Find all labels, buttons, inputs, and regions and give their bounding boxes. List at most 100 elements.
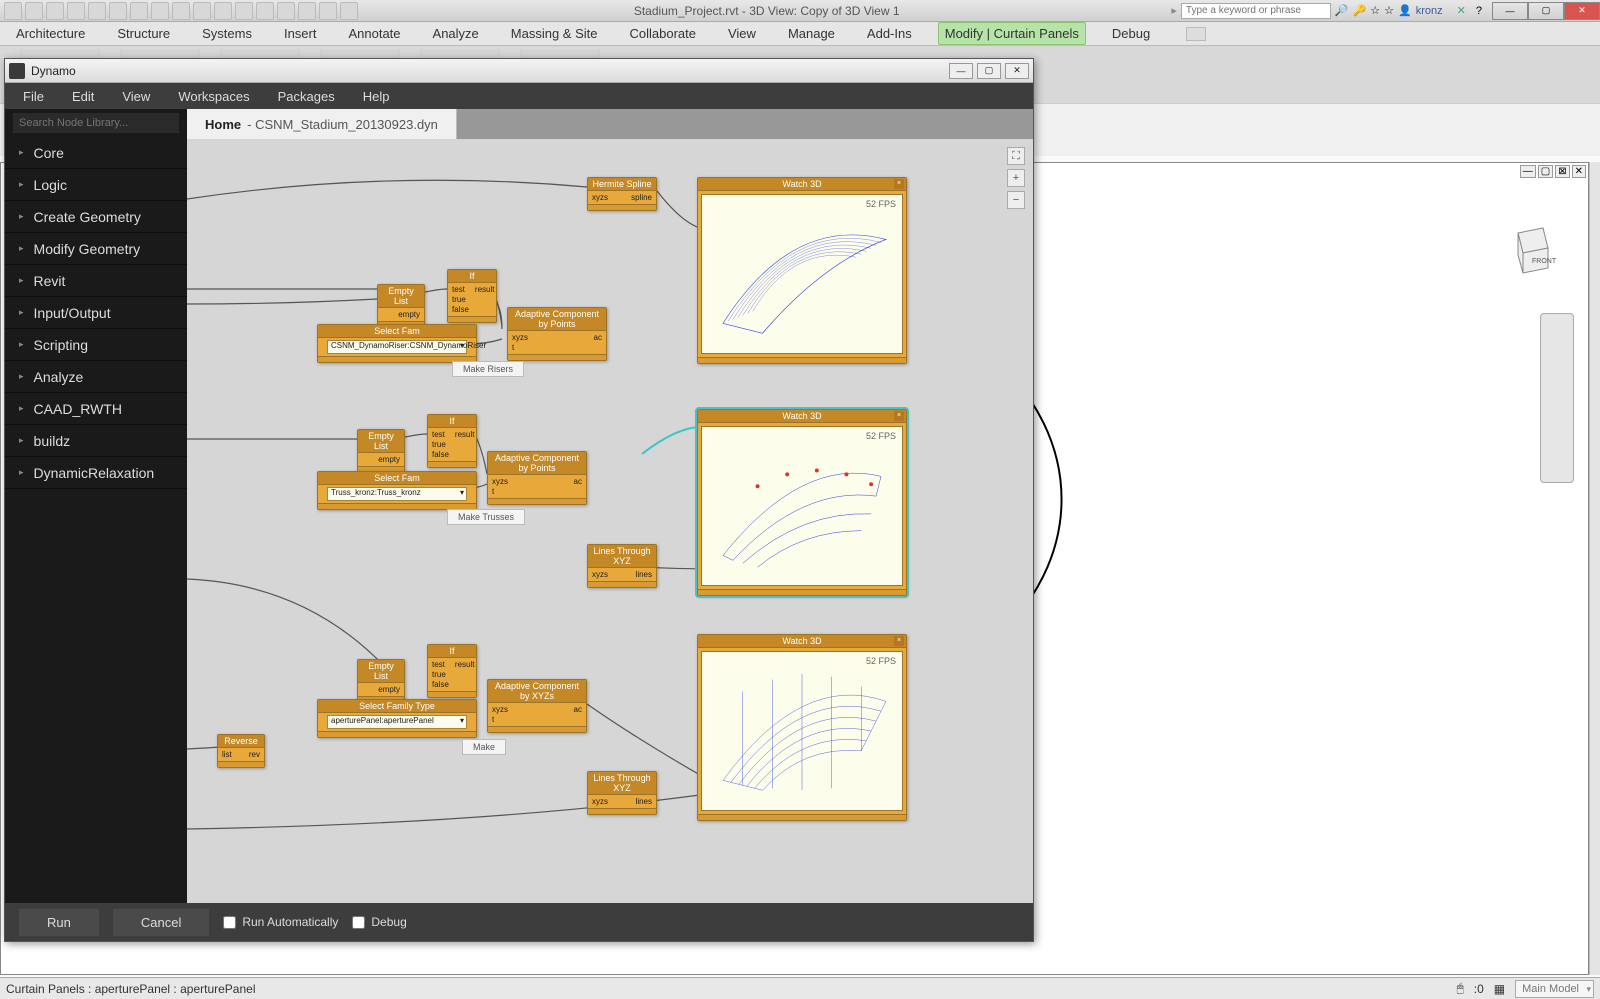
workset-combo[interactable]: Main Model <box>1515 980 1594 998</box>
tab-view[interactable]: View <box>722 23 762 44</box>
vcb-icon[interactable]: — <box>1520 165 1536 178</box>
node-lines-xyz-2[interactable]: Lines Through XYZ xyzslines <box>587 771 657 815</box>
dynamo-titlebar[interactable]: Dynamo — ▢ ✕ <box>5 59 1033 83</box>
family-dropdown[interactable]: Truss_kronz:Truss_kronz <box>327 487 467 501</box>
help-search-input[interactable] <box>1181 3 1331 19</box>
thinlines-icon[interactable] <box>277 2 295 20</box>
node-if-2[interactable]: If testtruefalseresult <box>427 414 477 468</box>
app-menu-icon[interactable] <box>4 2 22 20</box>
close-icon[interactable]: × <box>894 411 904 421</box>
node-adaptive-2[interactable]: Adaptive Component by Points xyzstac <box>487 451 587 505</box>
cancel-button[interactable]: Cancel <box>113 909 209 936</box>
dynamo-maximize-button[interactable]: ▢ <box>977 63 1001 79</box>
save-icon[interactable] <box>46 2 64 20</box>
exchange-icon[interactable]: ✕ <box>1457 4 1466 17</box>
fit-view-icon[interactable]: ⛶ <box>1007 147 1025 165</box>
tag-icon[interactable] <box>193 2 211 20</box>
zoom-out-icon[interactable]: − <box>1007 191 1025 209</box>
node-selectfam-1[interactable]: Select Fam CSNM_DynamoRiser:CSNM_DynamoR… <box>317 324 477 363</box>
category-create-geometry[interactable]: Create Geometry <box>5 201 187 233</box>
vcb-icon[interactable]: ✕ <box>1572 165 1586 178</box>
node-selectfamtype[interactable]: Select Family Type aperturePanel:apertur… <box>317 699 477 738</box>
user-name[interactable]: kronz <box>1416 5 1443 17</box>
node-emptylist-1[interactable]: Empty List empty <box>377 284 425 328</box>
minimize-button[interactable]: — <box>1492 2 1528 20</box>
menu-file[interactable]: File <box>23 89 44 104</box>
node-reverse[interactable]: Reverse listrev <box>217 734 265 768</box>
sync-icon[interactable] <box>67 2 85 20</box>
maximize-button[interactable]: ▢ <box>1528 2 1564 20</box>
vcb-icon[interactable]: ⊠ <box>1555 165 1569 178</box>
navigation-bar[interactable] <box>1540 313 1574 483</box>
tab-massing[interactable]: Massing & Site <box>505 23 604 44</box>
help-icon[interactable]: ? <box>1476 5 1482 17</box>
dynamo-close-button[interactable]: ✕ <box>1005 63 1029 79</box>
vcb-icon[interactable]: ▢ <box>1538 165 1553 178</box>
make-trusses-button[interactable]: Make Trusses <box>447 509 525 525</box>
node-watch3d-1[interactable]: Watch 3D× 52 FPS <box>697 177 907 364</box>
close-icon[interactable]: × <box>894 636 904 646</box>
measure-icon[interactable] <box>151 2 169 20</box>
viewport-scrollbar[interactable] <box>1589 162 1600 975</box>
menu-workspaces[interactable]: Workspaces <box>178 89 249 104</box>
redo-icon[interactable] <box>109 2 127 20</box>
menu-edit[interactable]: Edit <box>72 89 94 104</box>
viewcube[interactable]: FRONT <box>1498 223 1558 283</box>
print-icon[interactable] <box>130 2 148 20</box>
category-scripting[interactable]: Scripting <box>5 329 187 361</box>
category-modify-geometry[interactable]: Modify Geometry <box>5 233 187 265</box>
workspace-tab-home[interactable]: Home - CSNM_Stadium_20130923.dyn <box>187 109 457 139</box>
node-if-1[interactable]: If testtruefalseresult <box>447 269 497 323</box>
menu-help[interactable]: Help <box>363 89 390 104</box>
open-icon[interactable] <box>25 2 43 20</box>
run-button[interactable]: Run <box>19 909 99 936</box>
tab-debug[interactable]: Debug <box>1106 23 1156 44</box>
qat-dropdown-icon[interactable] <box>340 2 358 20</box>
family-dropdown[interactable]: CSNM_DynamoRiser:CSNM_DynamoRiser <box>327 340 467 354</box>
node-adaptive-3[interactable]: Adaptive Component by XYZs xyzstac <box>487 679 587 733</box>
tab-analyze[interactable]: Analyze <box>427 23 485 44</box>
tab-systems[interactable]: Systems <box>196 23 258 44</box>
press-drag-icon[interactable]: 🖱 <box>1457 981 1464 996</box>
node-hermite-spline[interactable]: Hermite Spline xyzsspline <box>587 177 657 211</box>
category-core[interactable]: Core <box>5 137 187 169</box>
category-io[interactable]: Input/Output <box>5 297 187 329</box>
tab-manage[interactable]: Manage <box>782 23 841 44</box>
dynamo-minimize-button[interactable]: — <box>949 63 973 79</box>
tab-architecture[interactable]: Architecture <box>10 23 91 44</box>
category-dynamicrelaxation[interactable]: DynamicRelaxation <box>5 457 187 489</box>
model-groups-icon[interactable]: ▦ <box>1494 982 1505 996</box>
zoom-in-icon[interactable]: + <box>1007 169 1025 187</box>
user-icon[interactable]: 👤 <box>1398 4 1412 17</box>
view3d-icon[interactable] <box>235 2 253 20</box>
make-risers-button[interactable]: Make Risers <box>452 361 524 377</box>
tab-modify-curtain-panels[interactable]: Modify | Curtain Panels <box>938 22 1086 45</box>
tab-insert[interactable]: Insert <box>278 23 323 44</box>
close-button[interactable]: ✕ <box>1564 2 1600 20</box>
debug-checkbox[interactable]: Debug <box>352 915 406 929</box>
dimension-icon[interactable] <box>172 2 190 20</box>
section-icon[interactable] <box>256 2 274 20</box>
node-watch3d-3[interactable]: Watch 3D× 52 FPS <box>697 634 907 821</box>
ribbon-toggle-icon[interactable] <box>1186 27 1206 41</box>
make-button[interactable]: Make <box>462 739 506 755</box>
share-icon[interactable]: ☆ <box>1384 4 1394 17</box>
node-emptylist-2[interactable]: Empty List empty <box>357 429 405 473</box>
node-if-3[interactable]: If testtruefalseresult <box>427 644 477 698</box>
node-emptylist-3[interactable]: Empty List empty <box>357 659 405 703</box>
tab-collaborate[interactable]: Collaborate <box>623 23 702 44</box>
category-logic[interactable]: Logic <box>5 169 187 201</box>
tab-addins[interactable]: Add-Ins <box>861 23 918 44</box>
node-lines-xyz-1[interactable]: Lines Through XYZ xyzslines <box>587 544 657 588</box>
menu-view[interactable]: View <box>122 89 150 104</box>
keys-icon[interactable]: 🔑 <box>1353 4 1367 17</box>
tab-annotate[interactable]: Annotate <box>342 23 406 44</box>
node-watch3d-2[interactable]: Watch 3D× 52 FPS <box>697 409 907 596</box>
close-hidden-icon[interactable] <box>298 2 316 20</box>
close-icon[interactable]: × <box>894 179 904 189</box>
family-type-dropdown[interactable]: aperturePanel:aperturePanel <box>327 715 467 729</box>
tab-structure[interactable]: Structure <box>111 23 176 44</box>
category-buildz[interactable]: buildz <box>5 425 187 457</box>
menu-packages[interactable]: Packages <box>278 89 335 104</box>
node-selectfam-2[interactable]: Select Fam Truss_kronz:Truss_kronz <box>317 471 477 510</box>
